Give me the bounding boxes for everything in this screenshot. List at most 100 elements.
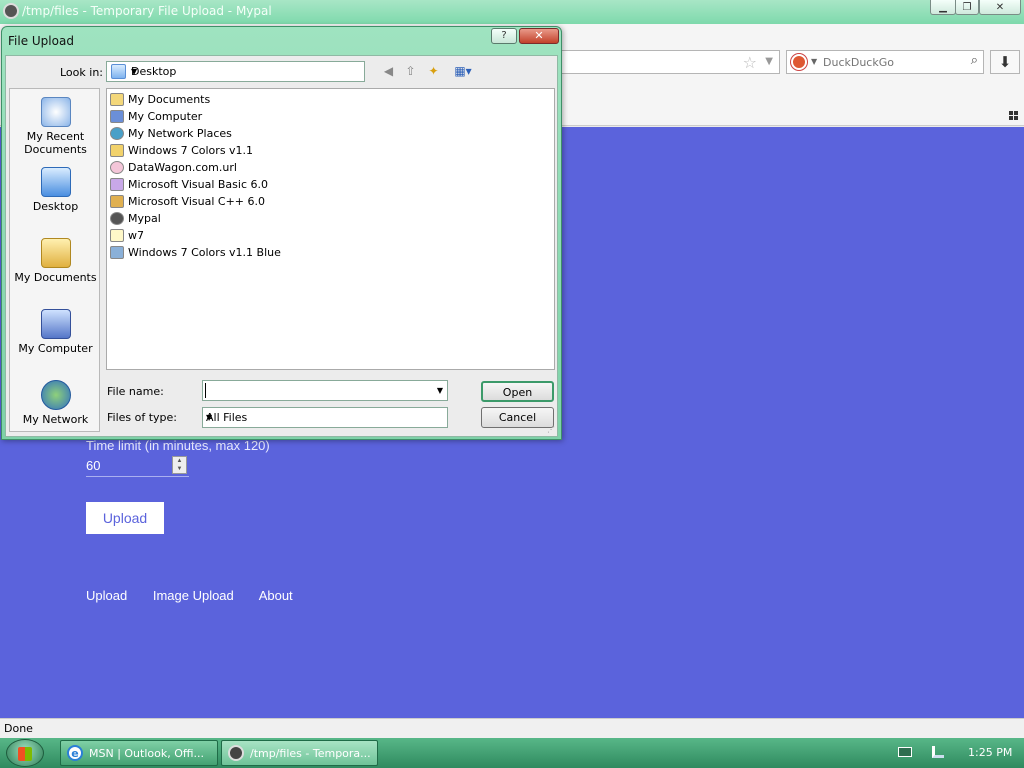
time-limit-spinner[interactable]: ▲ ▼ [172, 456, 187, 474]
taskbar: e MSN | Outlook, Offi... /tmp/files - Te… [0, 738, 1024, 768]
places-bar: My Recent Documents Desktop My Documents… [9, 88, 100, 432]
time-limit-input[interactable] [86, 455, 171, 475]
my-computer-icon [110, 109, 124, 123]
place-label: My Recent Documents [24, 130, 87, 156]
text-file-icon [110, 228, 124, 242]
list-item[interactable]: Windows 7 Colors v1.1 [110, 142, 253, 158]
dialog-close-button[interactable]: ✕ [519, 28, 559, 44]
my-documents-icon [110, 92, 124, 106]
chevron-down-icon[interactable]: ▼ [131, 67, 360, 76]
place-label: Desktop [32, 200, 79, 213]
files-of-type-label: Files of type: [107, 411, 178, 424]
up-folder-icon[interactable]: ⇧ [402, 63, 419, 80]
time-limit-label: Time limit (in minutes, max 120) [86, 438, 270, 453]
chevron-down-icon[interactable]: ▼ [437, 386, 443, 395]
files-of-type-select[interactable]: All Files ▼ [202, 407, 448, 428]
look-in-label: Look in: [60, 66, 103, 79]
restore-button[interactable]: ❐ [955, 0, 979, 15]
search-engine-dropdown-icon[interactable]: ▼ [811, 57, 817, 66]
place-my-network[interactable]: My Network [10, 380, 101, 426]
mypal-icon [228, 745, 244, 761]
resize-grip-icon[interactable]: ⋰ [547, 425, 555, 434]
start-button[interactable] [6, 739, 44, 767]
taskbar-button-mypal[interactable]: /tmp/files - Tempora... [221, 740, 378, 766]
system-tray [898, 746, 944, 758]
open-button[interactable]: Open [481, 381, 554, 402]
view-menu-icon[interactable]: ▦▾ [451, 63, 475, 80]
mypal-icon [3, 3, 19, 19]
keyboard-icon[interactable] [898, 747, 912, 757]
upload-button[interactable]: Upload [86, 502, 164, 534]
footer-link-upload[interactable]: Upload [86, 588, 127, 603]
status-bar: Done [0, 718, 1024, 738]
list-item[interactable]: Windows 7 Colors v1.1 Blue [110, 244, 281, 260]
place-desktop[interactable]: Desktop [10, 167, 101, 213]
taskbar-button-label: /tmp/files - Tempora... [250, 746, 371, 760]
search-icon[interactable]: ⌕ [971, 53, 978, 68]
window-titlebar: /tmp/files - Temporary File Upload - Myp… [0, 0, 1024, 24]
duckduckgo-icon[interactable] [791, 54, 807, 70]
file-name-label: File name: [107, 385, 164, 398]
menu-grid-icon[interactable] [1009, 111, 1018, 120]
url-dropdown-icon[interactable]: ▼ [765, 56, 773, 67]
list-item[interactable]: My Documents [110, 91, 210, 107]
dialog-title: File Upload [8, 34, 74, 48]
dialog-body: Look in: Desktop ▼ ◀ ⇧ ✦ ▦▾ My Recent Do… [5, 55, 558, 437]
place-my-computer[interactable]: My Computer [10, 309, 101, 355]
list-item[interactable]: DataWagon.com.url [110, 159, 237, 175]
file-list[interactable]: My Documents My Computer My Network Plac… [106, 88, 555, 370]
my-documents-icon [40, 238, 71, 268]
footer-link-about[interactable]: About [259, 588, 293, 603]
file-name-input[interactable] [205, 383, 425, 398]
place-my-documents[interactable]: My Documents [10, 238, 101, 284]
list-item[interactable]: My Computer [110, 108, 202, 124]
taskbar-button-label: MSN | Outlook, Offi... [89, 746, 205, 760]
new-folder-icon[interactable]: ✦ [425, 63, 442, 80]
footer-link-image-upload[interactable]: Image Upload [153, 588, 234, 603]
look-in-select[interactable]: Desktop ▼ [106, 61, 365, 82]
taskbar-button-msn[interactable]: e MSN | Outlook, Offi... [60, 740, 218, 766]
folder-icon [110, 143, 124, 157]
ie-icon: e [67, 745, 83, 761]
file-name-combo[interactable]: ▼ [202, 380, 448, 401]
chevron-down-icon[interactable]: ▼ [206, 413, 443, 422]
url-bar[interactable]: ☆ ▼ [560, 50, 780, 74]
desktop-icon [40, 167, 71, 197]
place-label: My Network [22, 413, 89, 426]
place-label: My Documents [14, 271, 97, 284]
network-places-icon [110, 126, 124, 140]
place-recent-documents[interactable]: My Recent Documents [10, 97, 101, 156]
list-item[interactable]: My Network Places [110, 125, 232, 141]
list-item[interactable]: Microsoft Visual Basic 6.0 [110, 176, 268, 192]
desktop-icon [111, 64, 126, 79]
download-button[interactable]: ⬇ [990, 50, 1020, 74]
network-icon[interactable] [932, 746, 944, 758]
recent-documents-icon [40, 97, 71, 127]
list-item[interactable]: w7 [110, 227, 144, 243]
time-limit-field[interactable]: ▲ ▼ [86, 455, 189, 477]
footer-links: Upload Image Upload About [86, 588, 315, 603]
list-item[interactable]: Microsoft Visual C++ 6.0 [110, 193, 265, 209]
help-button[interactable]: ? [491, 28, 517, 44]
vc-icon [110, 194, 124, 208]
status-text: Done [4, 722, 33, 735]
bookmark-star-icon[interactable]: ☆ [743, 53, 757, 72]
list-item[interactable]: Mypal [110, 210, 161, 226]
theme-icon [110, 245, 124, 259]
file-upload-dialog: File Upload ? ✕ Look in: Desktop ▼ ◀ ⇧ ✦… [1, 26, 562, 440]
spin-down-icon[interactable]: ▼ [173, 465, 186, 473]
vb-icon [110, 177, 124, 191]
search-bar[interactable]: ▼ ⌕ [786, 50, 984, 74]
minimize-button[interactable]: ▁ [930, 0, 956, 15]
my-network-icon [40, 380, 71, 410]
window-title: /tmp/files - Temporary File Upload - Myp… [22, 4, 272, 18]
download-arrow-icon: ⬇ [998, 53, 1012, 71]
close-window-button[interactable]: ✕ [979, 0, 1021, 15]
place-label: My Computer [18, 342, 93, 355]
back-icon[interactable]: ◀ [380, 63, 397, 80]
search-input[interactable] [823, 54, 953, 70]
cancel-button[interactable]: Cancel [481, 407, 554, 428]
spin-up-icon[interactable]: ▲ [173, 457, 186, 465]
clock[interactable]: 1:25 PM [968, 746, 1012, 759]
url-icon [110, 160, 124, 174]
